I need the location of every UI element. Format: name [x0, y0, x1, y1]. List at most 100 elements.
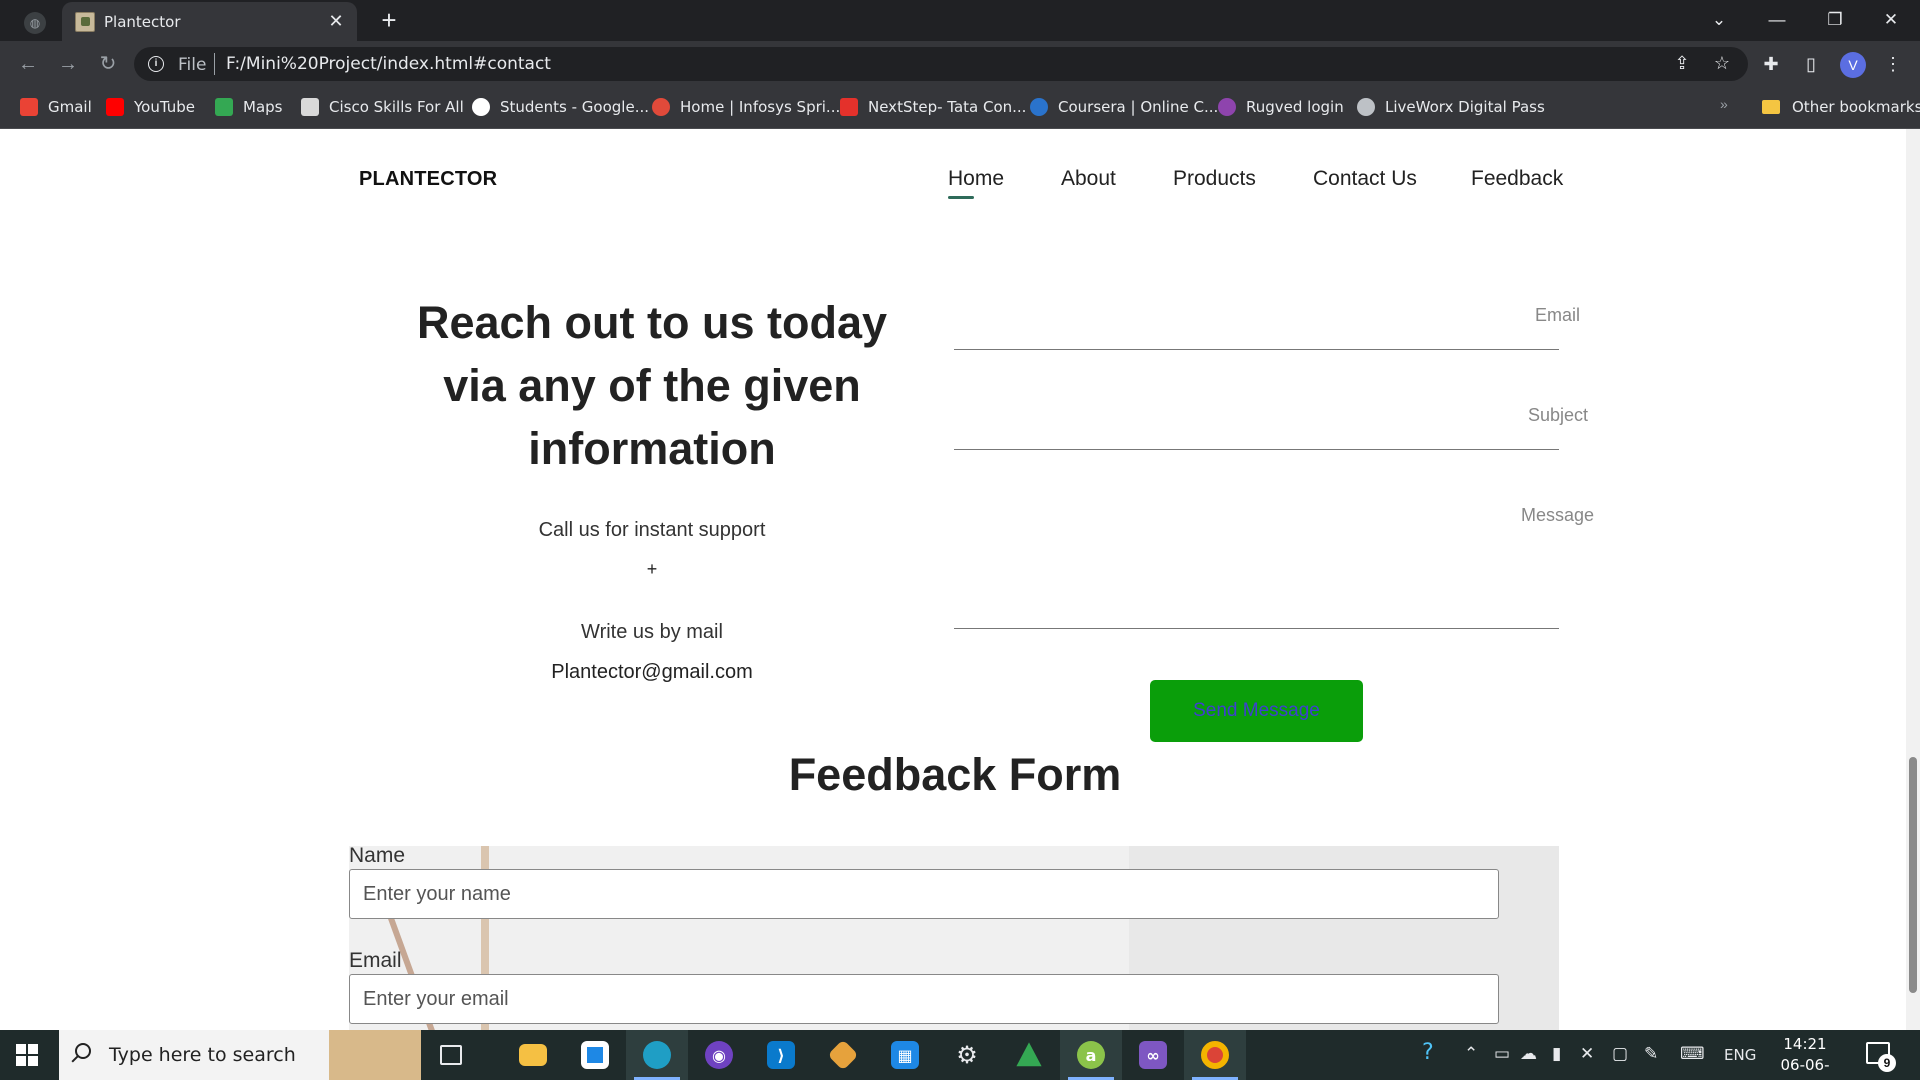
call-label: Call us for instant support — [538, 519, 766, 541]
show-hidden-icons-chevron-icon[interactable]: ⌃ — [1464, 1044, 1478, 1064]
browser-menu-icon[interactable]: ⋮ — [1880, 51, 1906, 77]
bookmark-rugved[interactable]: Rugved login — [1218, 96, 1344, 118]
browser-toolbar: ← → ↻ i File F:/Mini%20Project/index.htm… — [0, 41, 1920, 86]
chrome-icon[interactable] — [1184, 1030, 1246, 1080]
youtube-icon — [106, 98, 124, 116]
more-bookmarks-icon[interactable]: » — [1720, 96, 1728, 112]
bookmark-students-google[interactable]: Students - Google... — [472, 96, 649, 118]
feedback-form-title: Feedback Form — [788, 749, 1122, 800]
git-icon[interactable] — [812, 1030, 874, 1080]
browser-tab-bar: ◍ Plantector ✕ + ⌄ — ❐ ✕ — [0, 0, 1920, 41]
github-desktop-icon[interactable]: ◉ — [688, 1030, 750, 1080]
profile-avatar[interactable]: V — [1840, 52, 1866, 78]
globe-icon — [1357, 98, 1375, 116]
clock-time: 14:21 — [1783, 1035, 1827, 1053]
bookmark-tcs[interactable]: NextStep- Tata Con... — [840, 96, 1026, 118]
folder-icon — [1762, 100, 1780, 114]
extensions-icon[interactable]: ✚ — [1758, 51, 1784, 77]
notification-count-badge: 9 — [1878, 1054, 1896, 1072]
windows-start-icon[interactable] — [16, 1044, 38, 1066]
bookmark-coursera[interactable]: Coursera | Online C... — [1030, 96, 1218, 118]
maps-icon — [215, 98, 233, 116]
phone-number: + — [646, 559, 658, 579]
bookmark-gmail[interactable]: Gmail — [20, 96, 92, 118]
nav-feedback[interactable]: Feedback — [1471, 167, 1563, 191]
url-scheme: File — [178, 55, 207, 75]
feedback-name-label: Name — [349, 844, 406, 867]
help-icon[interactable]: ? — [1422, 1040, 1434, 1065]
search-highlight-image — [329, 1030, 421, 1080]
nav-products[interactable]: Products — [1173, 167, 1256, 191]
address-bar[interactable]: i File F:/Mini%20Project/index.html#cont… — [134, 47, 1748, 81]
browser-tab[interactable]: Plantector ✕ — [62, 2, 357, 41]
send-message-button[interactable]: Send Message — [1150, 680, 1363, 742]
vscode-icon[interactable]: ⟩ — [750, 1030, 812, 1080]
site-info-icon[interactable]: i — [148, 56, 164, 72]
clock-date: 06-06-2023 — [1780, 1056, 1830, 1080]
minimize-icon[interactable]: — — [1748, 0, 1806, 41]
meet-now-icon[interactable]: ▭ — [1494, 1044, 1510, 1064]
calculator-icon[interactable]: ▦ — [874, 1030, 936, 1080]
contact-subject-field[interactable] — [954, 449, 1559, 450]
tab-search-icon[interactable]: ◍ — [24, 12, 46, 34]
scrollbar-thumb[interactable] — [1909, 757, 1917, 993]
infosys-icon — [652, 98, 670, 116]
other-bookmarks-folder[interactable]: Other bookmarks — [1762, 96, 1920, 118]
contact-email-field[interactable] — [954, 349, 1559, 350]
bookmark-liveworx[interactable]: LiveWorx Digital Pass — [1357, 96, 1545, 118]
contact-message-label: Message — [1520, 505, 1594, 525]
mail-label: Write us by mail — [581, 621, 723, 643]
url-text[interactable]: F:/Mini%20Project/index.html#contact — [226, 54, 551, 74]
tab-title: Plantector — [104, 13, 181, 31]
google-drive-icon[interactable] — [998, 1030, 1060, 1080]
battery-icon[interactable]: ▮ — [1552, 1044, 1561, 1064]
volume-muted-icon[interactable]: ✕ — [1580, 1044, 1594, 1064]
feedback-name-input[interactable]: Enter your name — [349, 869, 1499, 919]
restore-icon[interactable]: ❐ — [1806, 0, 1864, 41]
page-scrollbar[interactable] — [1906, 129, 1920, 1030]
taskbar-search-box[interactable]: Type here to search — [59, 1030, 421, 1080]
nav-about[interactable]: About — [1061, 167, 1116, 191]
bookmark-youtube[interactable]: YouTube — [106, 96, 195, 118]
network-icon[interactable]: ▢ — [1612, 1044, 1628, 1064]
google-icon — [472, 98, 490, 116]
visual-studio-icon[interactable]: ∞ — [1122, 1030, 1184, 1080]
gmail-icon — [20, 98, 38, 116]
back-icon[interactable]: ← — [14, 50, 42, 78]
language-indicator[interactable]: ENG — [1724, 1046, 1756, 1064]
bookmark-infosys[interactable]: Home | Infosys Spri... — [652, 96, 840, 118]
side-panel-icon[interactable]: ▯ — [1798, 51, 1824, 77]
close-window-icon[interactable]: ✕ — [1862, 0, 1920, 41]
nav-home[interactable]: Home — [948, 167, 1004, 191]
file-explorer-icon[interactable] — [502, 1030, 564, 1080]
task-view-icon[interactable] — [420, 1030, 482, 1080]
keyboard-icon[interactable]: ⌨ — [1680, 1044, 1705, 1064]
pen-icon[interactable]: ✎ — [1644, 1044, 1658, 1064]
share-icon[interactable]: ⇪ — [1670, 53, 1694, 74]
bookmark-maps[interactable]: Maps — [215, 96, 282, 118]
forward-icon[interactable]: → — [54, 50, 82, 78]
email-address[interactable]: Plantector@gmail.com — [380, 661, 924, 684]
coursera-icon — [1030, 98, 1048, 116]
site-brand[interactable]: PLANTECTOR — [359, 168, 497, 191]
anaconda-icon[interactable]: a — [1060, 1030, 1122, 1080]
onedrive-icon[interactable]: ☁ — [1520, 1044, 1537, 1064]
close-tab-icon[interactable]: ✕ — [325, 10, 347, 32]
microsoft-store-icon[interactable] — [564, 1030, 626, 1080]
taskbar-clock[interactable]: 14:21 06-06-2023 — [1764, 1034, 1846, 1080]
nav-contact-us[interactable]: Contact Us — [1313, 167, 1417, 191]
settings-gear-icon[interactable]: ⚙ — [936, 1030, 998, 1080]
new-tab-icon[interactable]: + — [374, 6, 404, 36]
contact-headline: Reach out to us today via any of the giv… — [416, 297, 888, 474]
edge-icon[interactable] — [626, 1030, 688, 1080]
feedback-email-input[interactable]: Enter your email — [349, 974, 1499, 1024]
bookmark-star-icon[interactable]: ☆ — [1710, 53, 1734, 74]
tab-search-chevron-icon[interactable]: ⌄ — [1690, 0, 1748, 41]
rugved-icon — [1218, 98, 1236, 116]
contact-message-field[interactable] — [954, 628, 1559, 629]
url-separator — [214, 53, 215, 75]
windows-taskbar: Type here to search ◉ ⟩ ▦ ⚙ a ∞ ? ⌃ ▭ ☁ … — [0, 1030, 1920, 1080]
bookmark-cisco[interactable]: Cisco Skills For All — [301, 96, 464, 118]
reload-icon[interactable]: ↻ — [94, 50, 122, 78]
contact-subject-label: Subject — [1527, 405, 1588, 425]
